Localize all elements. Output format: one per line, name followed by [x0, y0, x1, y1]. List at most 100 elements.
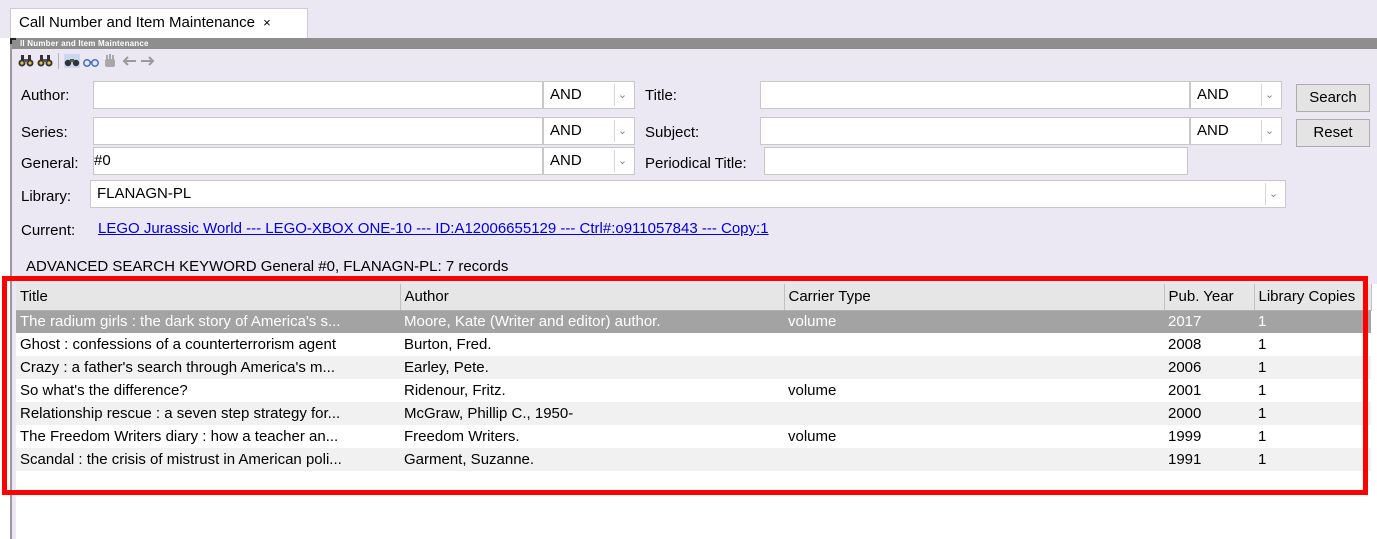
binoculars-icon[interactable]	[83, 53, 99, 69]
series-field[interactable]	[93, 117, 543, 145]
general-operator-select[interactable]: AND ⌄	[543, 147, 635, 175]
series-operator-value: AND	[550, 122, 582, 139]
maintenance-panel: ll Number and Item Maintenance Author: A…	[10, 38, 1377, 539]
subject-operator-select[interactable]: AND ⌄	[1190, 117, 1282, 145]
cell-author: Ridenour, Fritz.	[404, 382, 506, 399]
author-label: Author:	[21, 87, 70, 104]
tab-call-number-item-maintenance[interactable]: Call Number and Item Maintenance ×	[10, 8, 308, 38]
author-field[interactable]	[93, 81, 543, 109]
general-field[interactable]: #0	[93, 147, 543, 175]
tab-label: Call Number and Item Maintenance	[19, 14, 255, 31]
title-field[interactable]	[760, 81, 1190, 109]
series-operator-select[interactable]: AND ⌄	[543, 117, 635, 145]
cell-pub-year: 2008	[1168, 336, 1202, 353]
subject-operator-value: AND	[1197, 122, 1229, 139]
binoculars-icon[interactable]	[18, 53, 34, 69]
cell-carrier-type: volume	[788, 428, 837, 445]
cell-library-copies: 1	[1254, 448, 1371, 471]
current-item-link[interactable]: LEGO Jurassic World --- LEGO-XBOX ONE-10…	[98, 220, 769, 237]
table-header-row: Title Author Carrier Type Pub. Year Libr…	[16, 284, 1372, 311]
search-button[interactable]: Search	[1296, 84, 1370, 112]
author-operator-value: AND	[550, 86, 582, 103]
cell-title: So what's the difference?	[20, 382, 188, 399]
cell-author: McGraw, Phillip C., 1950-	[400, 402, 784, 425]
title-label: Title:	[645, 87, 677, 104]
library-label: Library:	[21, 188, 72, 205]
reset-button[interactable]: Reset	[1296, 119, 1370, 147]
subject-field[interactable]	[760, 117, 1190, 145]
cell-title: Crazy : a father's search through Americ…	[16, 356, 400, 379]
column-header-library-copies[interactable]: Library Copies	[1254, 284, 1372, 311]
periodical-title-label: Periodical Title:	[645, 155, 747, 172]
cell-pub-year: 2000	[1164, 402, 1254, 425]
cell-carrier-type	[784, 333, 1164, 356]
table-row[interactable]: So what's the difference? Ridenour, Frit…	[16, 379, 1371, 402]
table-row[interactable]: Ghost : confessions of a counterterroris…	[16, 333, 1371, 356]
chevron-down-icon[interactable]: ⌄	[614, 120, 630, 142]
panel-titlebar: ll Number and Item Maintenance	[10, 38, 1377, 49]
library-select-value: FLANAGN-PL	[97, 185, 192, 202]
cell-library-copies: 1	[1254, 356, 1371, 379]
hand-icon[interactable]	[102, 53, 118, 69]
panel-title: ll Number and Item Maintenance	[20, 39, 149, 48]
cell-author: Freedom Writers.	[404, 428, 520, 445]
column-header-title[interactable]: Title	[16, 284, 401, 311]
results-table: Title Author Carrier Type Pub. Year Libr…	[16, 284, 1372, 471]
cell-library-copies: 1	[1258, 382, 1267, 399]
binoculars-icon[interactable]	[64, 53, 80, 69]
cell-author: Earley, Pete.	[400, 356, 784, 379]
column-header-pub-year[interactable]: Pub. Year	[1164, 284, 1255, 311]
cell-author: Moore, Kate (Writer and editor) author.	[400, 310, 784, 333]
title-operator-value: AND	[1197, 86, 1229, 103]
cell-title: The Freedom Writers diary : how a teache…	[20, 428, 339, 445]
cell-pub-year: 1991	[1164, 448, 1254, 471]
arrow-right-icon[interactable]	[140, 53, 156, 69]
column-header-author[interactable]: Author	[400, 284, 785, 311]
chevron-down-icon[interactable]: ⌄	[614, 84, 630, 106]
chevron-down-icon[interactable]: ⌄	[1261, 84, 1277, 106]
cell-library-copies: 1	[1258, 336, 1267, 353]
cell-carrier-type	[784, 402, 1164, 425]
cell-carrier-type: volume	[784, 310, 1164, 333]
column-header-carrier-type[interactable]: Carrier Type	[784, 284, 1165, 311]
collapse-handle-icon[interactable]	[10, 38, 16, 44]
chevron-down-icon[interactable]: ⌄	[1261, 120, 1277, 142]
chevron-down-icon[interactable]: ⌄	[614, 150, 630, 172]
cell-pub-year: 2006	[1164, 356, 1254, 379]
cell-carrier-type	[784, 448, 1164, 471]
close-icon[interactable]: ×	[263, 15, 271, 30]
cell-title: Relationship rescue : a seven step strat…	[16, 402, 400, 425]
cell-pub-year: 2017	[1164, 310, 1254, 333]
cell-pub-year: 1999	[1168, 428, 1202, 445]
table-row[interactable]: The radium girls : the dark story of Ame…	[16, 310, 1371, 333]
periodical-title-field[interactable]	[764, 147, 1188, 175]
table-row[interactable]: Scandal : the crisis of mistrust in Amer…	[16, 448, 1371, 471]
results-table-container: Title Author Carrier Type Pub. Year Libr…	[16, 284, 1377, 539]
general-label: General:	[21, 155, 79, 172]
search-status: ADVANCED SEARCH KEYWORD General #0, FLAN…	[26, 258, 509, 275]
table-row[interactable]: The Freedom Writers diary : how a teache…	[16, 425, 1371, 448]
table-row[interactable]: Relationship rescue : a seven step strat…	[16, 402, 1371, 425]
series-label: Series:	[21, 124, 68, 141]
toolbar	[18, 52, 156, 70]
cell-library-copies: 1	[1254, 402, 1371, 425]
cell-carrier-type: volume	[788, 382, 837, 399]
cell-library-copies: 1	[1258, 428, 1267, 445]
library-select[interactable]: FLANAGN-PL ⌄	[90, 180, 1286, 208]
general-operator-value: AND	[550, 152, 582, 169]
cell-author: Garment, Suzanne.	[400, 448, 784, 471]
cell-title: Scandal : the crisis of mistrust in Amer…	[16, 448, 400, 471]
author-operator-select[interactable]: AND ⌄	[543, 81, 635, 109]
subject-label: Subject:	[645, 124, 700, 141]
table-row[interactable]: Crazy : a father's search through Americ…	[16, 356, 1371, 379]
cell-pub-year: 2001	[1168, 382, 1202, 399]
cell-library-copies: 1	[1254, 310, 1371, 333]
cell-carrier-type	[784, 356, 1164, 379]
binoculars-icon[interactable]	[37, 53, 53, 69]
cell-title: The radium girls : the dark story of Ame…	[16, 310, 400, 333]
tab-strip: Call Number and Item Maintenance ×	[0, 0, 1377, 38]
toolbar-divider	[58, 53, 59, 69]
chevron-down-icon[interactable]: ⌄	[1265, 183, 1281, 205]
title-operator-select[interactable]: AND ⌄	[1190, 81, 1282, 109]
arrow-left-icon[interactable]	[121, 53, 137, 69]
